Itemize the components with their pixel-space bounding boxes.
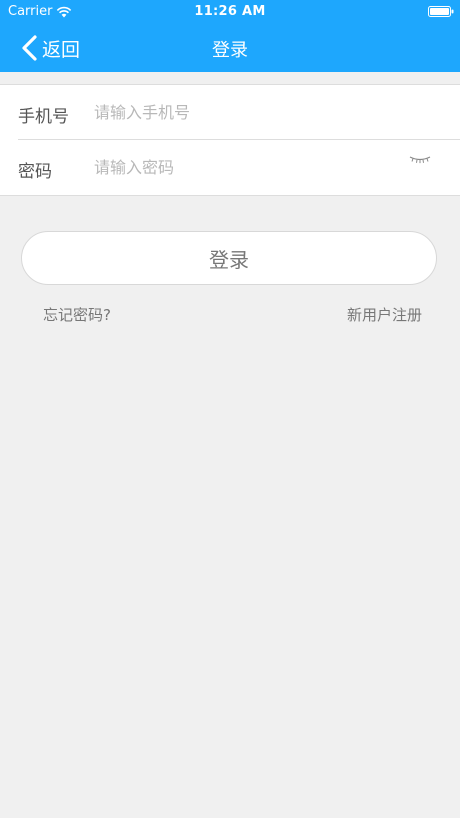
status-bar: Carrier 11:26 AM [0, 0, 460, 24]
login-button[interactable]: 登录 [21, 231, 437, 285]
register-link[interactable]: 新用户注册 [347, 304, 422, 325]
login-screen: Carrier 11:26 AM 返回 登录 手机号 请输入手机号 密码 登录 … [0, 0, 460, 818]
phone-row: 手机号 [0, 85, 460, 139]
eye-closed-icon[interactable] [408, 154, 432, 166]
forgot-password-link[interactable]: 忘记密码? [43, 304, 111, 325]
battery-icon [428, 6, 454, 17]
password-label: 密码 [18, 162, 52, 182]
status-time: 11:26 AM [194, 4, 266, 19]
page-title: 登录 [212, 40, 248, 61]
header: Carrier 11:26 AM 返回 登录 [0, 0, 460, 72]
navigation-bar: 返回 登录 [0, 24, 460, 72]
password-input[interactable] [94, 154, 394, 180]
password-row: 密码 [0, 140, 460, 194]
phone-input[interactable] [94, 99, 394, 125]
phone-label: 手机号 [18, 107, 69, 127]
login-form: 手机号 密码 [0, 84, 460, 196]
